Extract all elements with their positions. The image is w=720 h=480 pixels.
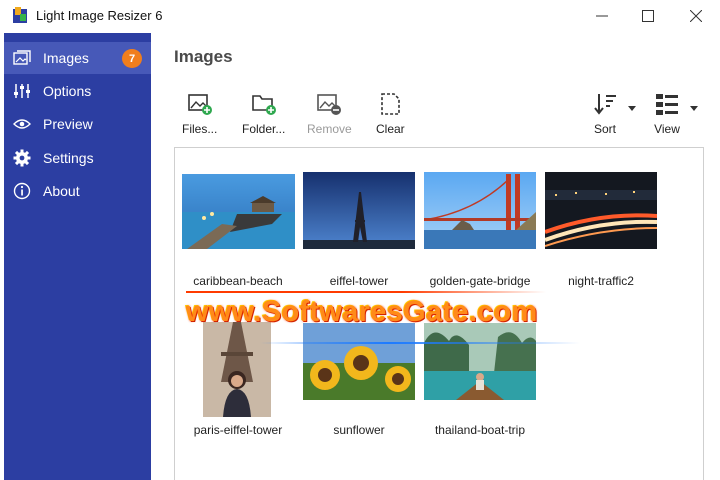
watermark-line <box>186 291 546 293</box>
sidebar-item-preview[interactable]: Preview <box>4 108 151 140</box>
minimize-icon <box>596 15 608 17</box>
image-thumbnail-thailand-boat-trip[interactable] <box>424 323 536 400</box>
golden-gate-bridge-image <box>424 172 536 249</box>
sunflower-image <box>303 323 415 400</box>
image-thumbnail-sunflower[interactable] <box>303 323 415 400</box>
image-thumbnail-paris-eiffel-tower[interactable] <box>203 322 271 417</box>
paris-eiffel-tower-image <box>203 322 271 417</box>
close-icon <box>690 10 702 22</box>
view-list-icon <box>653 90 681 118</box>
image-name-thailand-boat-trip: thailand-boat-trip <box>434 423 526 437</box>
sidebar-item-label: Preview <box>43 116 93 132</box>
add-folder-label: Folder... <box>242 122 286 136</box>
image-thumbnail-golden-gate-bridge[interactable] <box>424 172 536 249</box>
sort-dropdown-icon[interactable] <box>628 106 636 111</box>
watermark-underline <box>260 342 580 344</box>
add-folder-button[interactable]: Folder... <box>242 90 285 136</box>
sidebar-item-images[interactable]: Images 7 <box>4 42 151 74</box>
image-count-badge: 7 <box>122 49 142 68</box>
sidebar-item-settings[interactable]: Settings <box>4 142 151 174</box>
image-name-caribbean-beach: caribbean-beach <box>193 274 283 288</box>
image-name-paris-eiffel-tower: paris-eiffel-tower <box>193 423 283 437</box>
sidebar-item-about[interactable]: About <box>4 175 151 207</box>
add-files-label: Files... <box>182 122 218 136</box>
maximize-icon <box>642 10 654 22</box>
image-name-eiffel-tower: eiffel-tower <box>329 274 389 288</box>
caribbean-beach-image <box>182 174 295 249</box>
eiffel-tower-image <box>303 172 415 249</box>
sidebar-item-label: Images <box>43 50 89 66</box>
remove-image-icon <box>315 90 343 118</box>
image-name-night-traffic2: night-traffic2 <box>568 274 634 288</box>
image-thumbnail-night-traffic2[interactable] <box>545 172 657 249</box>
image-thumbnail-caribbean-beach[interactable] <box>182 174 295 249</box>
gear-icon <box>12 148 32 168</box>
eye-icon <box>12 114 32 134</box>
info-icon <box>12 181 32 201</box>
page-title: Images <box>174 47 233 66</box>
sort-button[interactable]: Sort <box>591 90 619 136</box>
view-label: View <box>654 122 680 136</box>
add-image-icon <box>186 90 214 118</box>
view-button[interactable]: View <box>653 90 681 136</box>
clear-icon <box>376 90 404 118</box>
sort-label: Sort <box>593 122 616 136</box>
sliders-icon <box>12 81 32 101</box>
sidebar-item-label: Options <box>43 83 92 99</box>
sidebar-item-label: About <box>43 183 80 199</box>
app-logo-icon <box>13 7 27 23</box>
minimize-button[interactable] <box>580 2 624 30</box>
image-thumbnail-eiffel-tower[interactable] <box>303 172 415 249</box>
maximize-button[interactable] <box>626 2 670 30</box>
remove-label: Remove <box>307 122 352 136</box>
thailand-boat-trip-image <box>424 323 536 400</box>
add-files-button[interactable]: Files... <box>182 90 217 136</box>
view-dropdown-icon[interactable] <box>690 106 698 111</box>
sidebar-item-label: Settings <box>43 150 94 166</box>
images-icon <box>12 48 32 68</box>
sidebar: Images 7 Options Preview Settings About <box>4 33 151 480</box>
close-button[interactable] <box>674 2 718 30</box>
clear-button[interactable]: Clear <box>376 90 405 136</box>
add-folder-icon <box>250 90 278 118</box>
window-title: Light Image Resizer 6 <box>36 8 163 23</box>
clear-label: Clear <box>376 122 405 136</box>
remove-button[interactable]: Remove <box>307 90 352 136</box>
image-name-sunflower: sunflower <box>333 423 385 437</box>
title-bar: Light Image Resizer 6 <box>0 0 720 32</box>
sort-icon <box>591 90 619 118</box>
watermark-text: www.SoftwaresGate.com <box>186 296 538 328</box>
sidebar-item-options[interactable]: Options <box>4 75 151 107</box>
night-traffic2-image <box>545 172 657 249</box>
image-name-golden-gate-bridge: golden-gate-bridge <box>429 274 531 288</box>
